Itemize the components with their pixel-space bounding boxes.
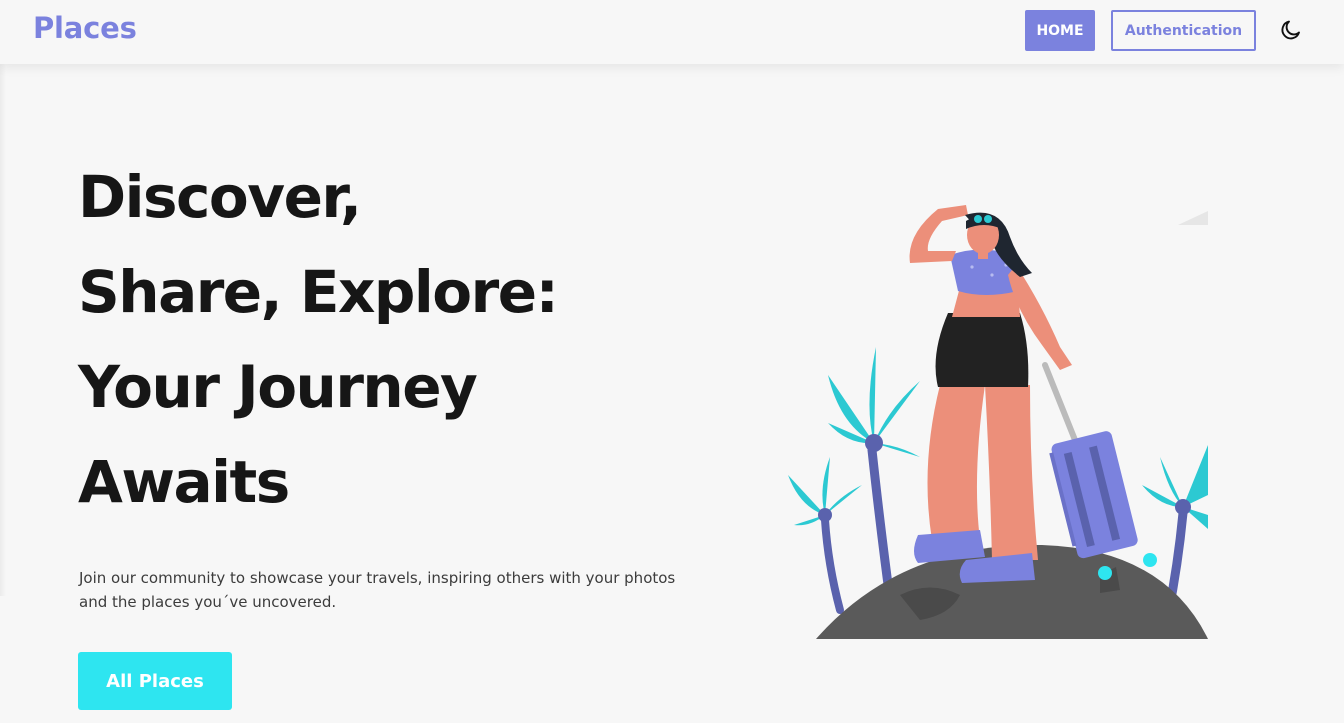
hero-title: Discover, Share, Explore: Your Journey A…	[78, 150, 658, 530]
home-button[interactable]: HOME	[1025, 10, 1095, 51]
logo[interactable]: Places	[33, 11, 137, 45]
authentication-button[interactable]: Authentication	[1111, 10, 1256, 51]
moon-icon	[1281, 20, 1300, 40]
hero-description: Join our community to showcase your trav…	[79, 569, 676, 611]
theme-toggle-button[interactable]	[1279, 18, 1303, 42]
hero-title-line: Discover,	[78, 163, 362, 231]
traveler-illustration	[788, 205, 1208, 639]
hero-title-line: Share, Explore:	[78, 258, 559, 326]
hero-title-line: Awaits	[78, 448, 290, 516]
hero-title-line: Your Journey	[78, 353, 478, 421]
all-places-button[interactable]: All Places	[78, 652, 232, 710]
navbar: Places HOME Authentication	[0, 0, 1344, 64]
